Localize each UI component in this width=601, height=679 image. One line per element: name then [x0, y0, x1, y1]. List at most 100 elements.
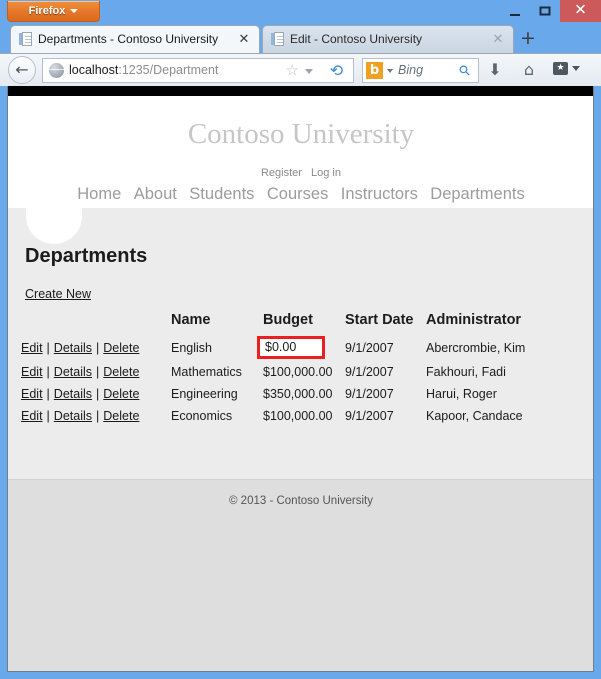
footer-copyright: © 2013 - Contoso University — [229, 495, 373, 507]
nav-item-courses[interactable]: Courses — [263, 185, 332, 204]
cell-start-date: 9/1/2007 — [345, 409, 394, 423]
cell-administrator: Kapoor, Candace — [426, 409, 523, 423]
nav-item-about[interactable]: About — [130, 185, 181, 204]
register-link[interactable]: Register — [261, 167, 302, 179]
maximize-button[interactable] — [530, 0, 560, 22]
departments-table: Name Budget Start Date Administrator Edi… — [21, 312, 525, 427]
action-separator: | — [96, 340, 100, 355]
firefox-menu-button[interactable]: Firefox — [7, 1, 100, 22]
page-favicon-icon — [19, 32, 32, 47]
cell-budget: $0.00 — [257, 334, 345, 361]
bookmarks-icon[interactable]: ★ — [553, 62, 568, 75]
site-footer: © 2013 - Contoso University — [8, 479, 593, 671]
main-nav: Home About Students Courses Instructors … — [8, 185, 593, 204]
details-link[interactable]: Details — [54, 341, 92, 355]
column-header-name: Name — [171, 312, 211, 328]
decorative-notch — [26, 208, 82, 244]
page-favicon-icon — [271, 32, 284, 47]
nav-item-home[interactable]: Home — [73, 185, 125, 204]
login-link[interactable]: Log in — [311, 167, 341, 179]
delete-link[interactable]: Delete — [103, 365, 139, 379]
row-actions: Edit | Details | Delete — [21, 405, 171, 427]
nav-item-students[interactable]: Students — [185, 185, 258, 204]
account-links: Register Log in — [8, 167, 593, 179]
cell-administrator: Abercrombie, Kim — [426, 340, 526, 355]
action-separator: | — [46, 387, 50, 401]
back-button[interactable]: ← — [8, 56, 36, 84]
cell-name: Economics — [171, 409, 233, 423]
cell-administrator: Fakhouri, Fadi — [426, 365, 506, 379]
close-window-button[interactable]: ✕ — [560, 0, 601, 22]
navigation-toolbar: ← localhost:1235/Department ☆ ⟳ b Bing ⚲… — [0, 53, 601, 86]
cell-name: Mathematics — [171, 365, 242, 379]
table-row: Edit | Details | Delete Economics $100,000.0… — [21, 405, 525, 427]
tab-close-icon[interactable]: ✕ — [237, 26, 251, 53]
chevron-down-icon — [70, 9, 79, 14]
details-link[interactable]: Details — [54, 387, 92, 401]
search-placeholder: Bing — [398, 63, 424, 77]
delete-link[interactable]: Delete — [103, 341, 139, 355]
chevron-down-icon[interactable] — [572, 66, 580, 71]
details-link[interactable]: Details — [54, 365, 92, 379]
cell-name: English — [171, 340, 212, 355]
tab-title: Edit - Contoso University — [290, 32, 423, 46]
chevron-down-icon[interactable] — [305, 69, 313, 74]
url-path: :1235/Department — [118, 63, 219, 77]
column-header-administrator: Administrator — [426, 312, 522, 328]
home-icon[interactable]: ⌂ — [518, 60, 540, 81]
site-brand[interactable]: Contoso University — [8, 118, 593, 151]
create-new-link[interactable]: Create New — [25, 287, 91, 301]
cell-budget: $100,000.00 — [263, 409, 333, 423]
row-actions: Edit | Details | Delete — [21, 383, 171, 405]
cell-start-date: 9/1/2007 — [345, 365, 394, 379]
edit-link[interactable]: Edit — [21, 409, 43, 423]
minimize-button[interactable] — [500, 0, 530, 22]
url-text: localhost:1235/Department — [69, 59, 218, 82]
downloads-icon[interactable]: ⬇ — [484, 60, 506, 81]
chevron-down-icon[interactable] — [387, 69, 393, 73]
tab-departments[interactable]: Departments - Contoso University ✕ — [10, 25, 260, 53]
nav-item-departments[interactable]: Departments — [426, 185, 528, 204]
action-separator: | — [96, 365, 100, 379]
delete-link[interactable]: Delete — [103, 387, 139, 401]
top-black-bar — [8, 86, 593, 96]
details-link[interactable]: Details — [54, 409, 92, 423]
table-header-row: Name Budget Start Date Administrator — [21, 312, 525, 334]
action-separator: | — [96, 387, 100, 401]
cell-budget: $100,000.00 — [263, 365, 333, 379]
edit-link[interactable]: Edit — [21, 341, 43, 355]
action-separator: | — [96, 409, 100, 423]
delete-link[interactable]: Delete — [103, 409, 139, 423]
cell-budget: $350,000.00 — [263, 387, 333, 401]
page-viewport: Contoso University Register Log in Home … — [7, 86, 594, 672]
cell-administrator: Harui, Roger — [426, 387, 497, 401]
page-content: Departments Create New Name Budget Start… — [8, 208, 593, 479]
url-input[interactable]: localhost:1235/Department ☆ ⟳ — [42, 58, 354, 83]
row-actions: Edit | Details | Delete — [21, 361, 171, 383]
browser-window: Firefox ✕ Departments - Contoso Universi… — [0, 0, 601, 679]
cell-start-date: 9/1/2007 — [345, 387, 394, 401]
reload-icon[interactable]: ⟳ — [330, 61, 343, 80]
tab-edit[interactable]: Edit - Contoso University ✕ — [262, 25, 514, 53]
column-header-budget: Budget — [263, 312, 313, 328]
table-row: Edit | Details | Delete Mathematics $100,000… — [21, 361, 525, 383]
minimize-icon — [510, 14, 520, 16]
close-icon: ✕ — [574, 0, 587, 19]
search-input[interactable]: b Bing ⚲ — [362, 58, 479, 83]
tab-strip: Departments - Contoso University ✕ Edit … — [0, 23, 601, 53]
tab-title: Departments - Contoso University — [38, 32, 219, 46]
action-separator: | — [46, 340, 50, 355]
bing-icon[interactable]: b — [366, 62, 383, 79]
new-tab-button[interactable]: + — [516, 27, 540, 51]
tab-close-icon[interactable]: ✕ — [491, 26, 505, 53]
column-header-start-date: Start Date — [345, 312, 414, 328]
globe-icon — [49, 63, 64, 78]
column-header-actions — [21, 312, 171, 334]
edit-link[interactable]: Edit — [21, 387, 43, 401]
nav-item-instructors[interactable]: Instructors — [337, 185, 422, 204]
search-icon[interactable]: ⚲ — [454, 60, 475, 81]
edit-link[interactable]: Edit — [21, 365, 43, 379]
table-row: Edit | Details | Delete Engineering $350,000… — [21, 383, 525, 405]
cell-name: Engineering — [171, 387, 238, 401]
bookmark-star-icon[interactable]: ☆ — [286, 62, 299, 79]
